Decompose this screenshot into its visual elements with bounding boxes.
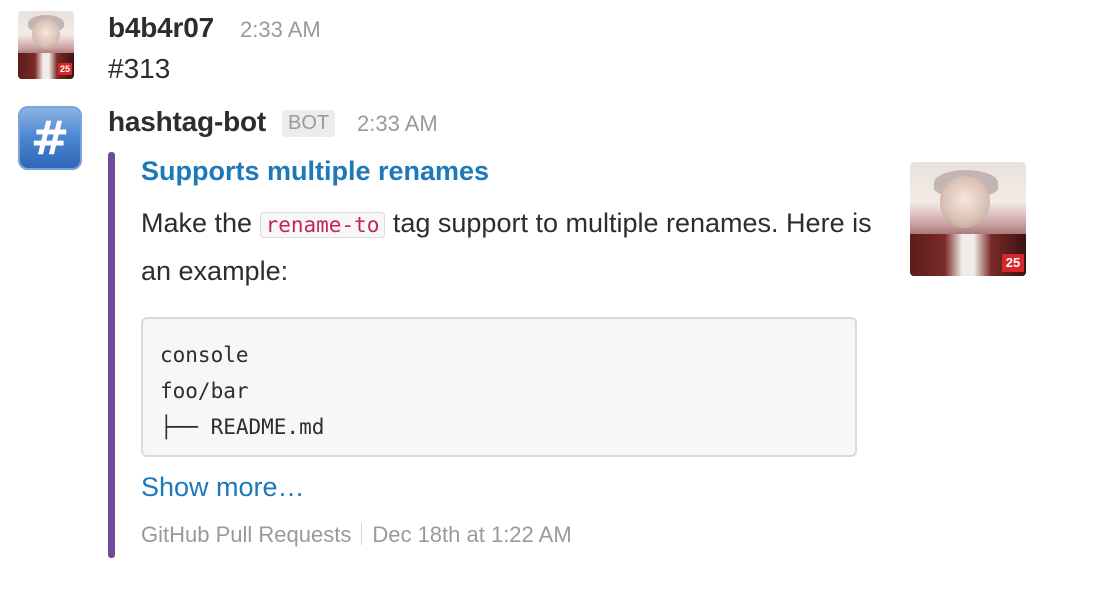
inline-code: rename-to	[259, 212, 386, 238]
message-text: #313	[108, 53, 171, 84]
message-timestamp[interactable]: 2:33 AM	[357, 111, 438, 137]
show-more-link[interactable]: Show more…	[141, 472, 305, 503]
attachment-footer: GitHub Pull Requests Dec 18th at 1:22 AM	[141, 522, 572, 548]
attachment-text-before: Make the	[141, 208, 260, 238]
message-b4b4r07: 25 b4b4r07 2:33 AM #313	[0, 0, 1102, 96]
avatar-jersey-number: 25	[1002, 254, 1024, 272]
code-block: console foo/bar ├── README.md	[141, 317, 857, 457]
attachment-title-link[interactable]: Supports multiple renames	[141, 156, 489, 187]
footer-source: GitHub Pull Requests	[141, 522, 352, 547]
avatar-face	[32, 19, 60, 49]
pull-request-attachment: Supports multiple renames Make the renam…	[108, 152, 1048, 558]
avatar-face	[940, 176, 990, 228]
footer-divider	[361, 523, 363, 545]
avatar-jersey-number: 25	[58, 63, 72, 75]
message-author[interactable]: b4b4r07	[108, 12, 214, 44]
code-line: foo/bar	[160, 379, 249, 403]
bot-badge: BOT	[282, 110, 336, 137]
message-hashtag-bot: # hashtag-bot BOT 2:33 AM Supports multi…	[0, 96, 1102, 604]
hash-icon: #	[30, 111, 70, 165]
code-line: console	[160, 343, 249, 367]
bot-avatar[interactable]: #	[18, 106, 82, 170]
attachment-thumbnail[interactable]: 25	[910, 162, 1026, 276]
attachment-color-bar	[108, 152, 115, 558]
footer-date[interactable]: Dec 18th at 1:22 AM	[372, 522, 571, 547]
user-avatar[interactable]: 25	[18, 11, 74, 79]
code-line: ├── README.md	[160, 415, 325, 439]
message-timestamp[interactable]: 2:33 AM	[240, 17, 321, 43]
attachment-text: Make the rename-to tag support to multip…	[141, 200, 881, 294]
message-author[interactable]: hashtag-bot	[108, 106, 266, 138]
